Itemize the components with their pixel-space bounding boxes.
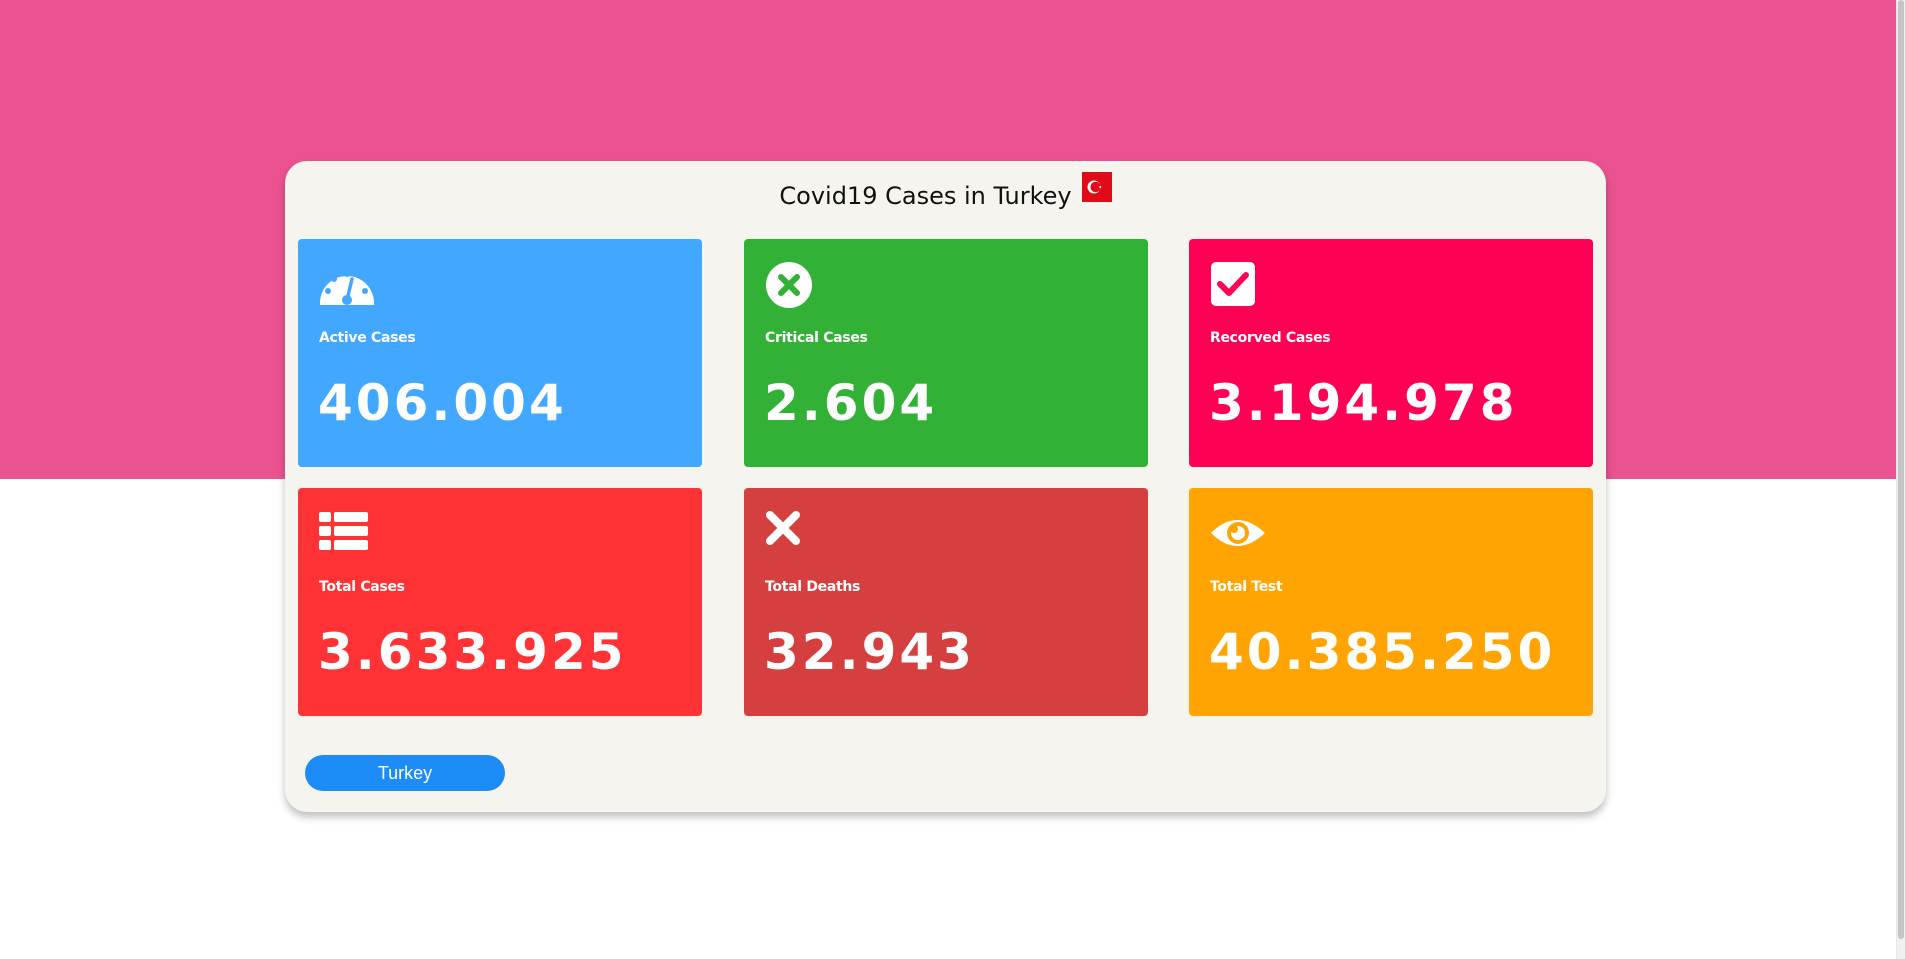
active-cases-tile: Active Cases 406.004 bbox=[298, 239, 702, 467]
critical-cases-tile: Critical Cases 2.604 bbox=[744, 239, 1148, 467]
total-cases-value: 3.633.925 bbox=[318, 623, 627, 681]
total-deaths-value: 32.943 bbox=[764, 623, 975, 681]
total-test-label: Total Test bbox=[1210, 579, 1283, 595]
recovered-cases-value: 3.194.978 bbox=[1209, 374, 1518, 432]
total-test-value: 40.385.250 bbox=[1209, 623, 1556, 681]
total-deaths-label: Total Deaths bbox=[765, 579, 861, 595]
total-cases-tile: Total Cases 3.633.925 bbox=[298, 488, 702, 716]
total-test-tile: Total Test 40.385.250 bbox=[1189, 488, 1593, 716]
speedometer-icon bbox=[319, 261, 375, 311]
page-title: Covid19 Cases in Turkey bbox=[779, 182, 1072, 210]
active-cases-label: Active Cases bbox=[319, 330, 416, 346]
critical-cases-label: Critical Cases bbox=[765, 330, 868, 346]
critical-cases-value: 2.604 bbox=[764, 374, 938, 432]
scrollbar-thumb[interactable] bbox=[1898, 0, 1904, 939]
check-square-icon bbox=[1210, 261, 1266, 311]
country-select-button[interactable]: Turkey bbox=[305, 755, 505, 791]
total-deaths-tile: Total Deaths 32.943 bbox=[744, 488, 1148, 716]
table-list-icon bbox=[319, 510, 375, 560]
eye-icon bbox=[1210, 510, 1266, 560]
x-circle-icon bbox=[765, 261, 821, 311]
recovered-cases-tile: Recorved Cases 3.194.978 bbox=[1189, 239, 1593, 467]
active-cases-value: 406.004 bbox=[318, 374, 567, 432]
stats-card: Covid19 Cases in Turkey Active Cases 406… bbox=[285, 161, 1606, 812]
recovered-cases-label: Recorved Cases bbox=[1210, 330, 1331, 346]
turkey-flag-icon bbox=[1081, 172, 1112, 202]
vertical-scrollbar[interactable] bbox=[1896, 0, 1905, 959]
x-mark-icon bbox=[765, 510, 821, 560]
title-row: Covid19 Cases in Turkey bbox=[285, 171, 1606, 211]
total-cases-label: Total Cases bbox=[319, 579, 405, 595]
